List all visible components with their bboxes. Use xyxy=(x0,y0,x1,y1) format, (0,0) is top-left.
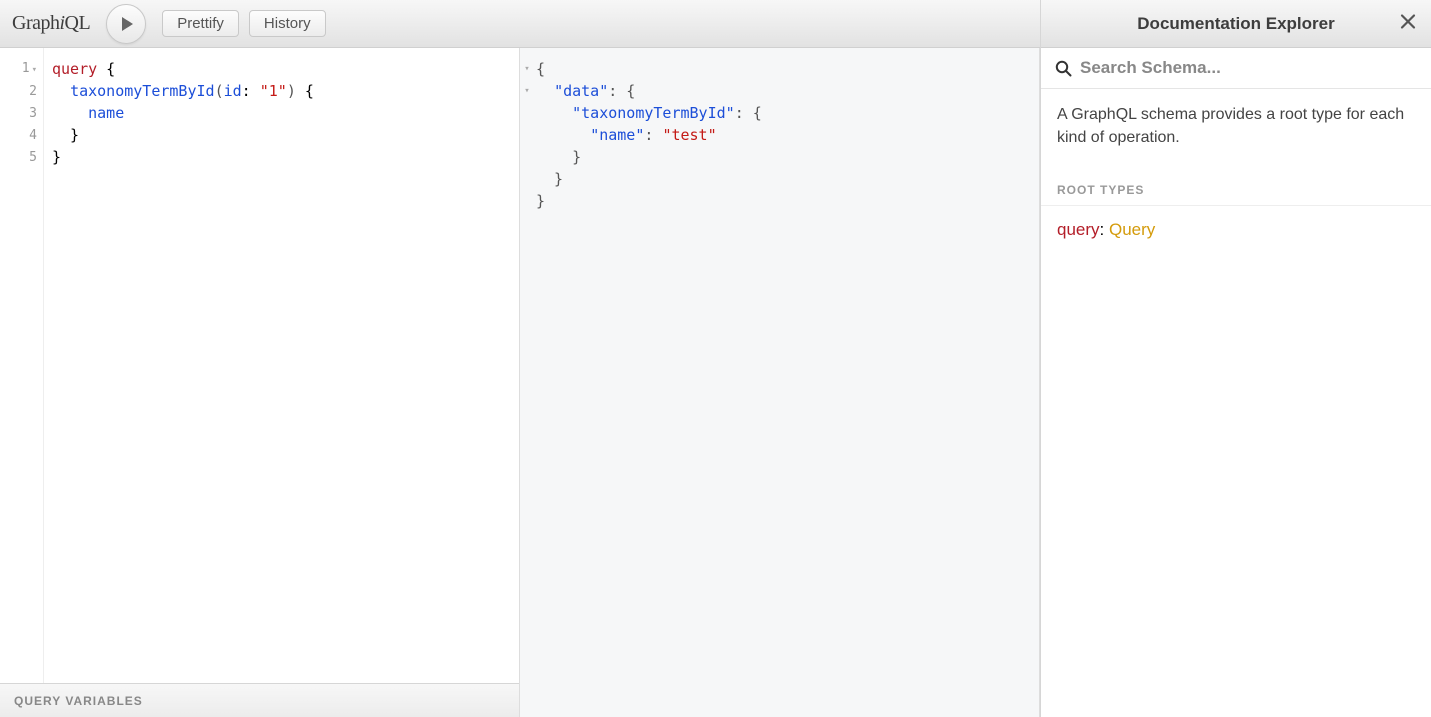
query-variables-bar[interactable]: QUERY VARIABLES xyxy=(0,683,519,717)
query-editor-pane: 1▾ 2 3 4 5 query { taxonomyTermById(id: … xyxy=(0,48,520,717)
search-icon xyxy=(1055,60,1072,77)
result-code[interactable]: { "data": { "taxonomyTermById": { "name"… xyxy=(520,48,1039,222)
execute-button[interactable] xyxy=(106,4,146,44)
docs-explorer: Documentation Explorer A GraphQL schema … xyxy=(1040,0,1431,717)
close-icon xyxy=(1399,12,1417,30)
docs-root-entry[interactable]: query: Query xyxy=(1041,206,1431,254)
query-editor[interactable]: 1▾ 2 3 4 5 query { taxonomyTermById(id: … xyxy=(0,48,519,683)
query-code[interactable]: query { taxonomyTermById(id: "1") { name… xyxy=(44,48,322,683)
docs-section-header: ROOT TYPES xyxy=(1041,163,1431,206)
docs-search-input[interactable] xyxy=(1080,58,1417,78)
root-type-link[interactable]: Query xyxy=(1109,220,1155,239)
line-gutter: 1▾ 2 3 4 5 xyxy=(0,48,44,683)
history-button[interactable]: History xyxy=(249,10,326,37)
result-fold-gutter: ▾ ▾ xyxy=(520,58,534,102)
docs-description: A GraphQL schema provides a root type fo… xyxy=(1041,89,1431,163)
root-field-name: query xyxy=(1057,220,1100,239)
logo: GraphiQL xyxy=(12,12,90,35)
result-pane: ▾ ▾ { "data": { "taxonomyTermById": { "n… xyxy=(520,48,1040,717)
prettify-button[interactable]: Prettify xyxy=(162,10,239,37)
close-docs-button[interactable] xyxy=(1399,12,1417,35)
docs-search-row xyxy=(1041,48,1431,89)
docs-title-bar: Documentation Explorer xyxy=(1041,0,1431,48)
docs-title: Documentation Explorer xyxy=(1137,14,1334,34)
play-icon xyxy=(122,17,133,31)
